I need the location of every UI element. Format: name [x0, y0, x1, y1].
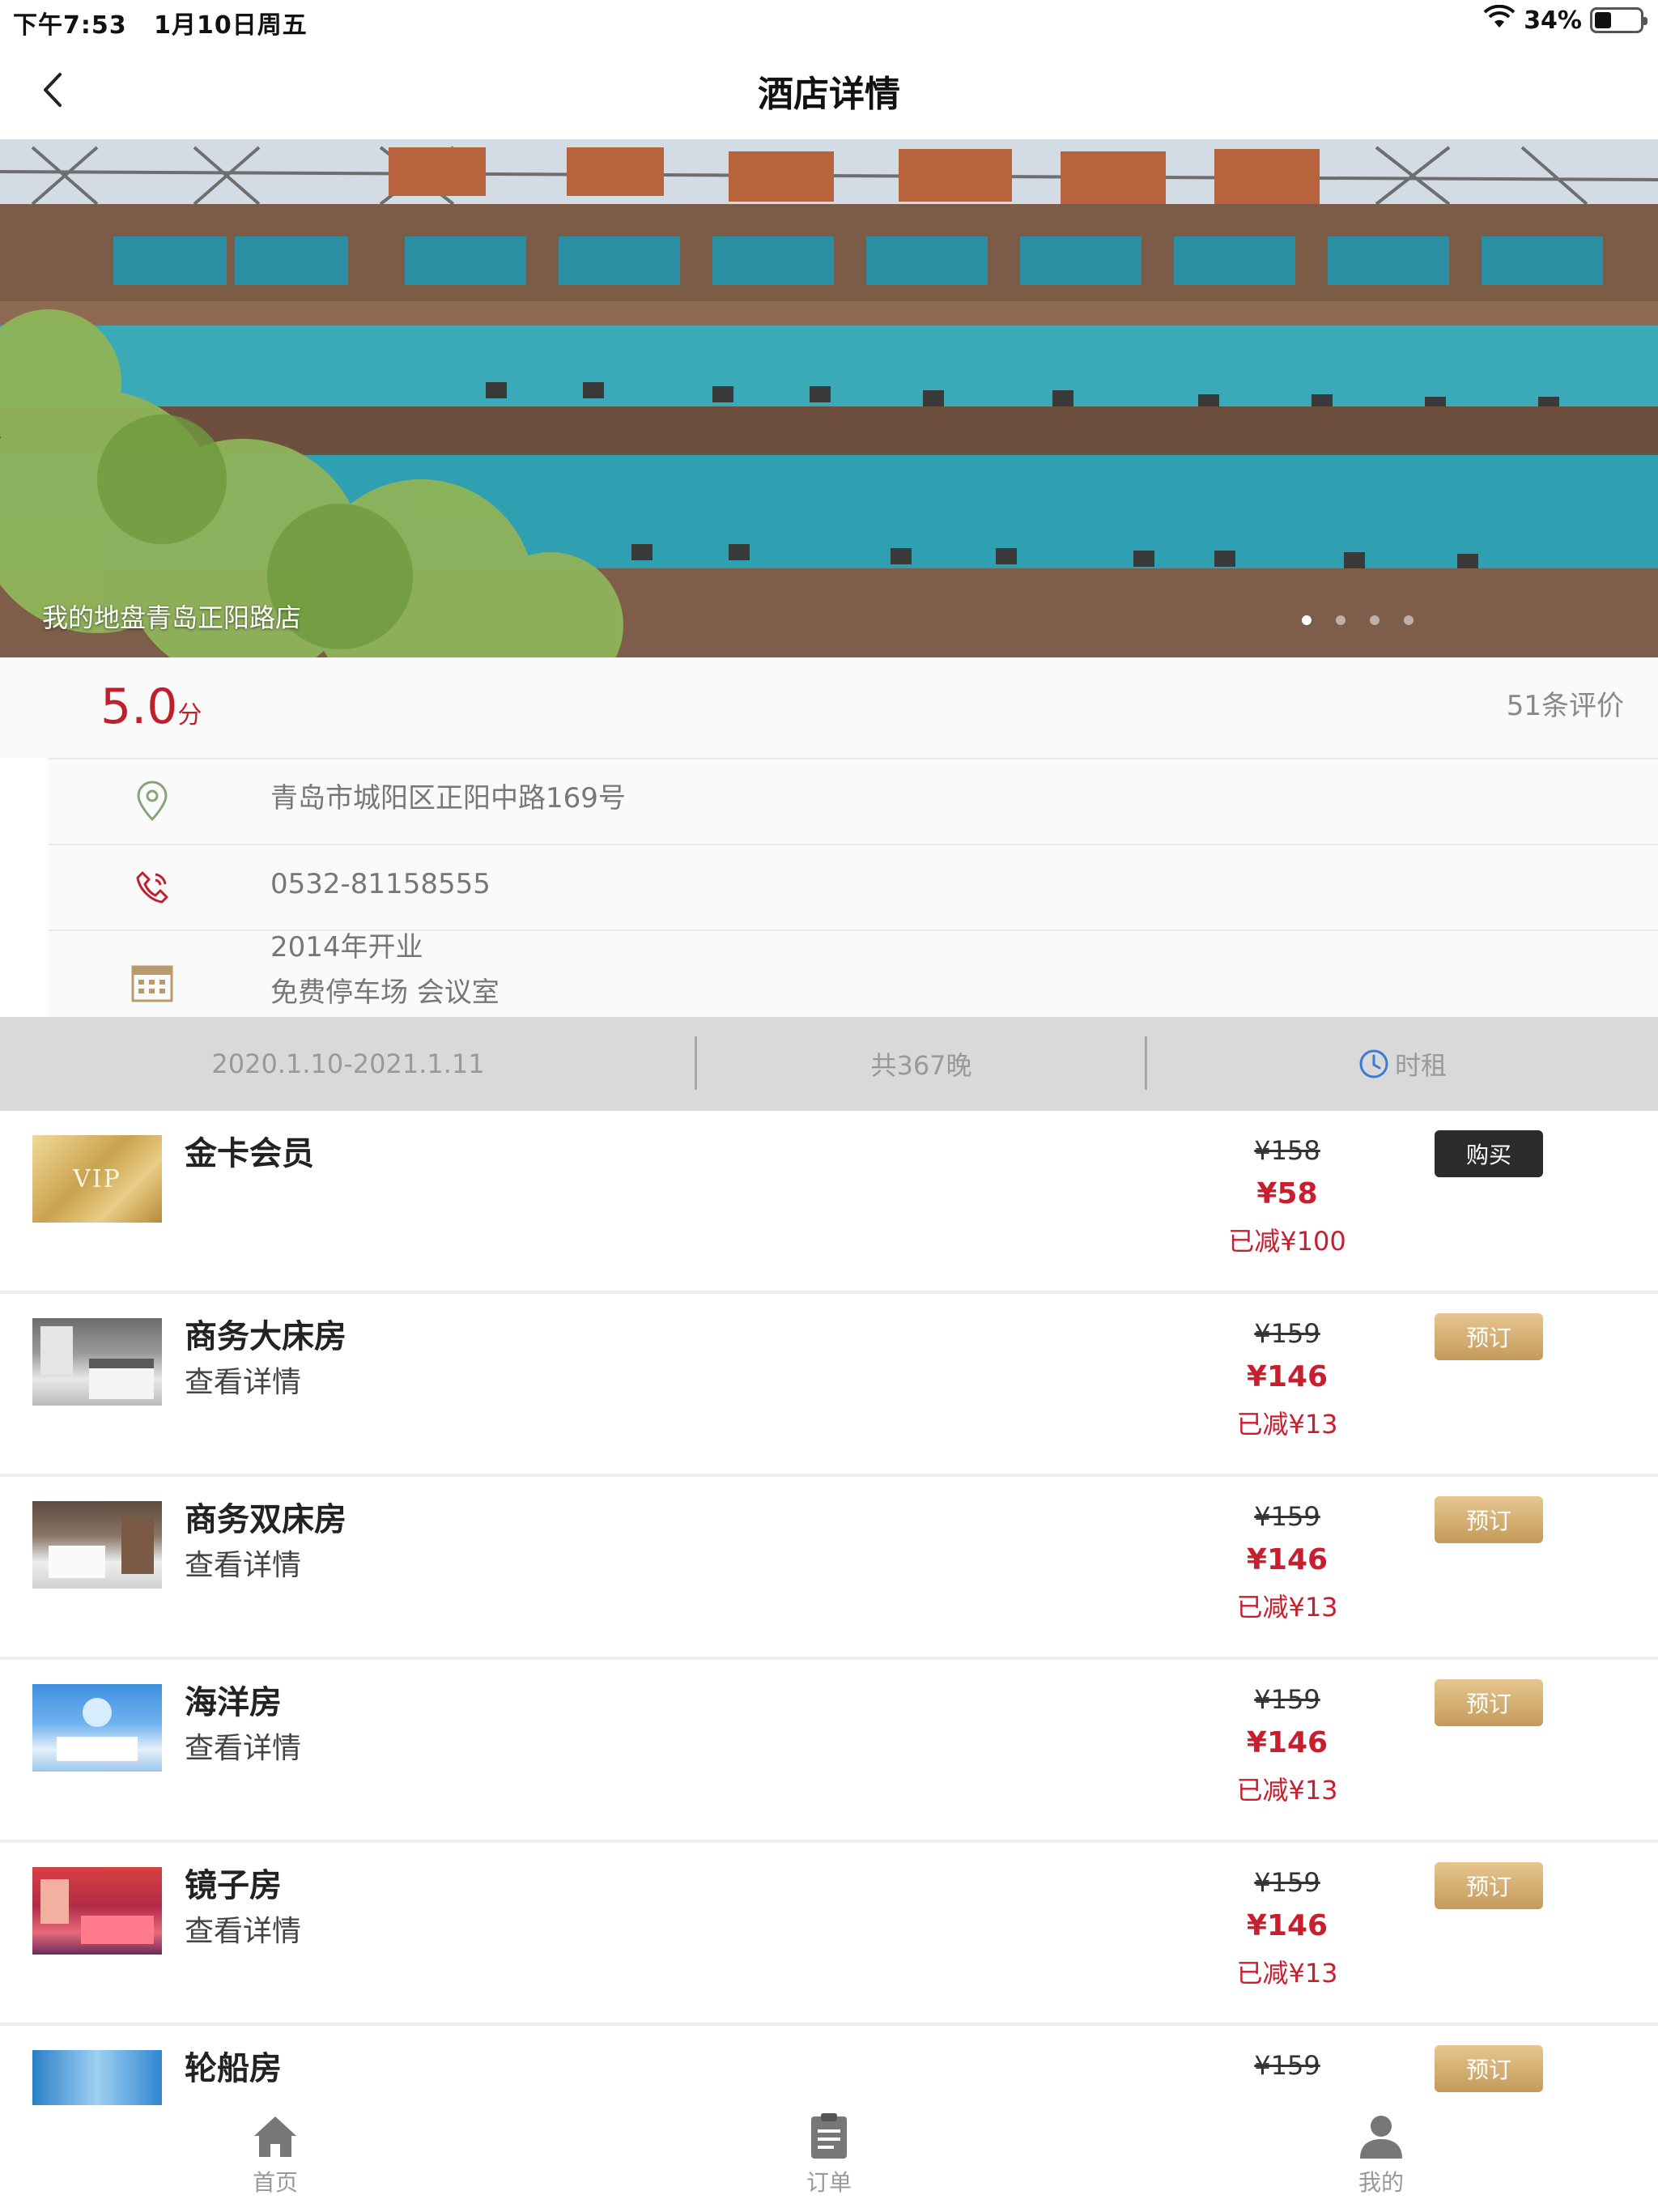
room-name: 镜子房	[185, 1867, 282, 1904]
current-price: ¥58	[1256, 1177, 1318, 1210]
room-photo	[32, 1684, 162, 1772]
original-price: ¥159	[1254, 1684, 1320, 1715]
view-details-link[interactable]: 查看详情	[185, 1542, 301, 1584]
view-details-link[interactable]: 查看详情	[185, 1725, 301, 1767]
date-range[interactable]: 2020.1.10-2021.1.11	[0, 1017, 696, 1111]
current-price: ¥146	[1246, 1543, 1329, 1576]
facility-list: 免费停车场 会议室	[270, 976, 500, 1009]
battery-icon	[1590, 7, 1647, 33]
room-item-vip-card[interactable]: VIP 金卡会员 ¥158 ¥58 已减¥100 购买	[0, 1111, 1658, 1294]
tab-orders[interactable]: 订单	[748, 2112, 910, 2197]
facilities-row: 2014年开业 免费停车场 会议室	[49, 929, 1658, 1017]
hourly-rent-label: 时租	[1394, 1050, 1447, 1081]
room-name: 商务双床房	[185, 1501, 346, 1538]
tab-profile[interactable]: 我的	[1300, 2112, 1462, 2197]
room-photo	[32, 1867, 162, 1955]
current-price: ¥146	[1246, 1360, 1329, 1393]
carousel-dot[interactable]	[1302, 615, 1312, 625]
carousel-dot[interactable]	[1404, 615, 1414, 625]
book-button[interactable]: 预订	[1435, 1679, 1543, 1726]
review-count-link[interactable]: 51条评价	[1507, 683, 1624, 723]
buy-button[interactable]: 购买	[1435, 1130, 1543, 1177]
room-name: 金卡会员	[185, 1135, 314, 1172]
book-button[interactable]: 预订	[1435, 1862, 1543, 1909]
hourly-rent-button[interactable]: 时租	[1146, 1017, 1658, 1111]
book-button[interactable]: 预订	[1435, 2045, 1543, 2092]
opening-year: 2014年开业	[270, 931, 423, 963]
room-item[interactable]: 轮船房 ¥159 预订	[0, 2026, 1658, 2105]
status-time: 下午7:53	[13, 11, 127, 40]
status-date: 1月10日周五	[154, 11, 308, 40]
discount-amount: 已减¥13	[1236, 1775, 1338, 1806]
room-name: 轮船房	[185, 2050, 282, 2087]
night-count: 共367晚	[870, 1050, 972, 1081]
view-details-link[interactable]: 查看详情	[185, 1908, 301, 1950]
room-photo	[32, 2050, 162, 2105]
original-price: ¥159	[1254, 2050, 1320, 2081]
room-name: 商务大床房	[185, 1318, 346, 1355]
original-price: ¥159	[1254, 1867, 1320, 1898]
room-item[interactable]: 商务大床房 查看详情 ¥159 ¥146 已减¥13 预订	[0, 1294, 1658, 1477]
hotel-detail-page: 下午7:53 1月10日周五 34% 酒店详情 我的地盘青岛正阳路店 5.0分 …	[0, 0, 1658, 2212]
clock-icon	[1359, 1049, 1388, 1078]
carousel-dot[interactable]	[1336, 615, 1346, 625]
hotel-building-image	[0, 139, 1658, 657]
phone-icon	[130, 865, 175, 910]
view-details-link[interactable]: 查看详情	[185, 1359, 301, 1401]
room-item[interactable]: 镜子房 查看详情 ¥159 ¥146 已减¥13 预订	[0, 1843, 1658, 2026]
home-icon	[254, 2116, 296, 2157]
book-button[interactable]: 预订	[1435, 1313, 1543, 1360]
hero-caption: 我的地盘青岛正阳路店	[42, 602, 302, 633]
hotel-photo-carousel[interactable]: 我的地盘青岛正阳路店	[0, 139, 1658, 657]
rating-unit: 分	[177, 701, 202, 730]
original-price: ¥159	[1254, 1318, 1320, 1349]
room-photo	[32, 1501, 162, 1589]
rating-row: 5.0分 51条评价	[0, 657, 1658, 758]
calendar-icon	[130, 960, 175, 1006]
room-name: 海洋房	[185, 1684, 282, 1721]
vip-card-image: VIP	[32, 1135, 162, 1223]
discount-amount: 已减¥13	[1236, 1409, 1338, 1440]
address-row[interactable]: 青岛市城阳区正阳中路169号	[49, 758, 1658, 844]
hotel-phone: 0532-81158555	[270, 868, 491, 900]
battery-percent: 34%	[1524, 6, 1582, 35]
current-price: ¥146	[1246, 1909, 1329, 1942]
current-price: ¥146	[1246, 1726, 1329, 1759]
book-button[interactable]: 预订	[1435, 1496, 1543, 1543]
clipboard-icon	[811, 2113, 847, 2159]
carousel-dot[interactable]	[1370, 615, 1380, 625]
tab-orders-label: 订单	[806, 2169, 852, 2196]
discount-amount: 已减¥13	[1236, 1592, 1338, 1623]
carousel-dots	[1302, 615, 1414, 625]
room-photo	[32, 1318, 162, 1406]
room-item[interactable]: 海洋房 查看详情 ¥159 ¥146 已减¥13 预订	[0, 1660, 1658, 1843]
page-title: 酒店详情	[758, 74, 900, 115]
date-selector-bar: 2020.1.10-2021.1.11 共367晚 时租	[0, 1017, 1658, 1111]
status-right: 34%	[1483, 4, 1647, 36]
tab-home-label: 首页	[252, 2169, 298, 2196]
discount-amount: 已减¥100	[1228, 1226, 1346, 1257]
tab-home[interactable]: 首页	[194, 2112, 356, 2197]
vip-card-text: VIP	[73, 1164, 121, 1193]
status-bar: 下午7:53 1月10日周五 34%	[0, 0, 1658, 45]
wifi-icon	[1483, 4, 1516, 36]
discount-amount: 已减¥13	[1236, 1958, 1338, 1989]
user-icon	[1360, 2116, 1402, 2159]
nav-bar: 酒店详情	[0, 45, 1658, 139]
original-price: ¥158	[1254, 1135, 1320, 1166]
tab-profile-label: 我的	[1358, 2169, 1404, 2196]
status-time-date: 下午7:53 1月10日周五	[13, 5, 308, 40]
rating-score: 5.0分	[100, 678, 202, 735]
room-item[interactable]: 商务双床房 查看详情 ¥159 ¥146 已减¥13 预订	[0, 1477, 1658, 1660]
rating-number: 5.0	[100, 678, 178, 735]
original-price: ¥159	[1254, 1501, 1320, 1532]
hotel-address: 青岛市城阳区正阳中路169号	[270, 782, 626, 815]
location-pin-icon	[130, 779, 175, 824]
phone-row[interactable]: 0532-81158555	[49, 844, 1658, 929]
bottom-tab-bar: 首页 订单 我的	[0, 2105, 1658, 2212]
